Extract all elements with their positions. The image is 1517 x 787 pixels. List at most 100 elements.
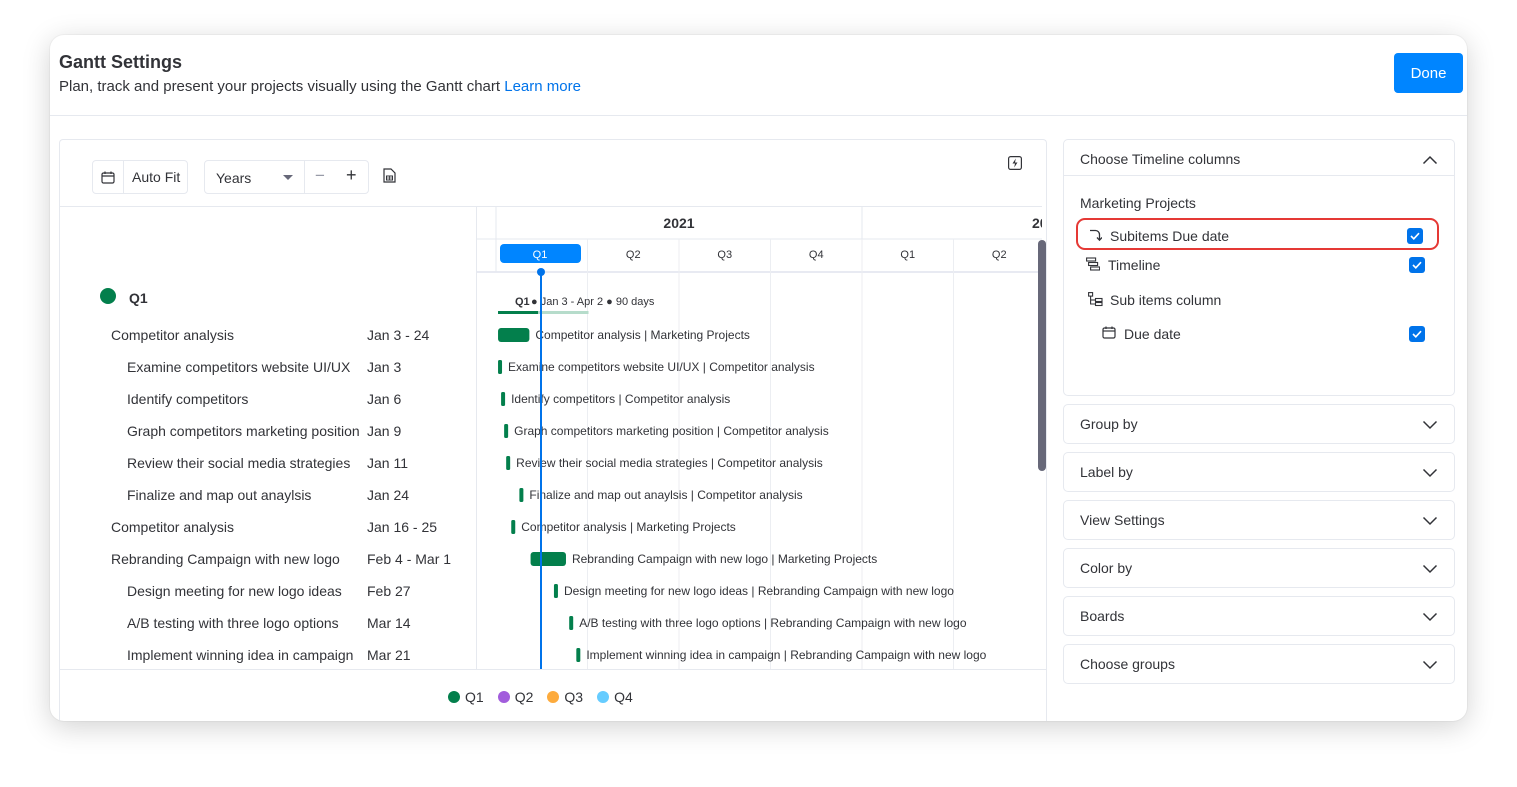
legend-label: Q4: [614, 689, 633, 705]
section-title: Label by: [1080, 464, 1133, 480]
quarter-label: Q1: [900, 249, 915, 261]
section-label-by[interactable]: Label by: [1063, 452, 1455, 492]
chevron-down-icon[interactable]: [1422, 417, 1438, 435]
timeline-bar: [511, 520, 516, 534]
item-name[interactable]: Competitor analysis: [111, 519, 234, 535]
timeline-chart: 20212022Q1Q2Q3Q4Q1Q2Q1● Jan 3 - Apr 2 ● …: [476, 206, 1042, 669]
timeline-bar: [501, 392, 506, 406]
legend-item: Q1: [448, 689, 484, 705]
item-name[interactable]: Competitor analysis: [111, 327, 234, 343]
quarter-label: Q4: [809, 249, 824, 261]
timeline-bar-label: A/B testing with three logo options | Re…: [579, 616, 967, 630]
modal-title: Gantt Settings: [59, 52, 183, 72]
timeline-bar: [498, 328, 530, 342]
quarter-label: Q2: [992, 249, 1007, 261]
calendar-icon: [1102, 326, 1116, 344]
timeline-bar-label: Identify competitors | Competitor analys…: [511, 392, 730, 406]
item-name[interactable]: Finalize and map out anaylsis: [127, 487, 311, 503]
item-name[interactable]: Identify competitors: [127, 391, 248, 407]
timeline-bar: [569, 616, 574, 630]
checkbox[interactable]: [1409, 326, 1425, 342]
chevron-down-icon[interactable]: [1422, 609, 1438, 627]
card-divider: [1064, 175, 1454, 176]
sub-items-icon: [1088, 292, 1103, 311]
checkbox[interactable]: [1407, 228, 1423, 244]
zoom-out-button[interactable]: −: [315, 166, 325, 186]
chevron-down-icon[interactable]: [1422, 657, 1438, 675]
zoom-select[interactable]: Years: [216, 170, 251, 186]
section-title: Color by: [1080, 560, 1133, 576]
column-subitems-due-date[interactable]: Subitems Due date: [1076, 218, 1439, 250]
column-due-date[interactable]: Due date: [1092, 318, 1439, 350]
timeline-bar-label: Design meeting for new logo ideas | Rebr…: [564, 584, 954, 598]
timeline-bar-label: Rebranding Campaign with new logo | Mark…: [572, 552, 877, 566]
quarter-label: Q3: [717, 249, 732, 261]
legend-item: Q2: [497, 689, 533, 705]
timeline-bar: [576, 648, 581, 662]
timeline-bar: [530, 552, 566, 566]
column-label: Due date: [1124, 326, 1181, 342]
section-view-settings[interactable]: View Settings: [1063, 500, 1455, 540]
export-icon[interactable]: [383, 168, 396, 188]
section-title: View Settings: [1080, 512, 1165, 528]
chevron-down-icon[interactable]: [1422, 513, 1438, 531]
chevron-up-icon[interactable]: [1422, 152, 1438, 170]
item-list: Q1 Competitor analysis Jan 3 - 24 Examine …: [60, 206, 476, 669]
item-name[interactable]: Graph competitors marketing position: [127, 423, 360, 439]
quarter-label: Q2: [626, 249, 641, 261]
column-timeline[interactable]: Timeline: [1076, 249, 1439, 281]
item-name[interactable]: Design meeting for new logo ideas: [127, 583, 342, 599]
item-date: Jan 9: [367, 423, 402, 439]
vertical-scrollbar[interactable]: [1038, 240, 1046, 471]
legend-label: Q1: [465, 689, 484, 705]
automation-bolt-icon[interactable]: [1008, 156, 1023, 175]
group-progress-fill: [498, 311, 539, 314]
section-boards[interactable]: Boards: [1063, 596, 1455, 636]
legend-dot: [497, 691, 510, 703]
modal-subtitle: Plan, track and present your projects vi…: [59, 78, 581, 95]
zoom-divider: [304, 161, 305, 193]
timeline-bar-label: Competitor analysis | Marketing Projects: [521, 520, 736, 534]
done-button[interactable]: Done: [1394, 53, 1463, 93]
section-color-by[interactable]: Color by: [1063, 548, 1455, 588]
legend-dot: [547, 691, 560, 703]
legend-dot: [448, 691, 460, 703]
zoom-in-button[interactable]: +: [346, 165, 357, 186]
year-label-next: 2022: [1032, 215, 1042, 231]
item-name[interactable]: Rebranding Campaign with new logo: [111, 551, 340, 567]
section-title: Choose groups: [1080, 656, 1175, 672]
group-bar-meta: ● Jan 3 - Apr 2 ● 90 days: [531, 296, 655, 308]
group-name: Q1: [129, 290, 148, 306]
item-date: Feb 4 - Mar 1: [367, 551, 452, 567]
auto-fit-button[interactable]: Auto Fit: [92, 160, 188, 194]
chevron-down-icon[interactable]: [1422, 561, 1438, 579]
legend-item: Q4: [597, 689, 633, 705]
checkbox[interactable]: [1409, 257, 1425, 273]
group-bar-label: Q1: [515, 296, 530, 308]
timeline-columns-title[interactable]: Choose Timeline columns: [1080, 151, 1240, 167]
caret-down-icon[interactable]: [283, 175, 293, 180]
legend-label: Q3: [564, 689, 584, 705]
zoom-control: Years − +: [204, 160, 369, 194]
timeline-bar: [498, 360, 503, 374]
subtitle-text: Plan, track and present your projects vi…: [59, 78, 501, 95]
item-date: Jan 16 - 25: [367, 519, 438, 535]
year-label: 2021: [663, 215, 694, 231]
section-group-by[interactable]: Group by: [1063, 404, 1455, 444]
learn-more-link[interactable]: Learn more: [504, 78, 581, 95]
legend: Q1 Q2 Q3 Q4: [60, 669, 1046, 721]
item-date: Mar 21: [367, 647, 411, 663]
section-choose-groups[interactable]: Choose groups: [1063, 644, 1455, 684]
item-name[interactable]: A/B testing with three logo options: [127, 615, 339, 631]
item-name[interactable]: Implement winning idea in campaign: [127, 647, 353, 663]
item-name[interactable]: Examine competitors website UI/UX: [127, 359, 350, 375]
item-name[interactable]: Review their social media strategies: [127, 455, 350, 471]
timeline-bar-label: Competitor analysis | Marketing Projects: [535, 328, 750, 342]
sub-items-heading: Sub items column: [1088, 292, 1221, 312]
sub-items-title: Sub items column: [1110, 292, 1222, 308]
timeline-bar-label: Review their social media strategies | C…: [516, 456, 823, 470]
timeline-bar: [504, 424, 509, 438]
auto-fit-label: Auto Fit: [132, 169, 181, 185]
chevron-down-icon[interactable]: [1422, 465, 1438, 483]
subitems-arrow-icon: [1088, 228, 1103, 247]
